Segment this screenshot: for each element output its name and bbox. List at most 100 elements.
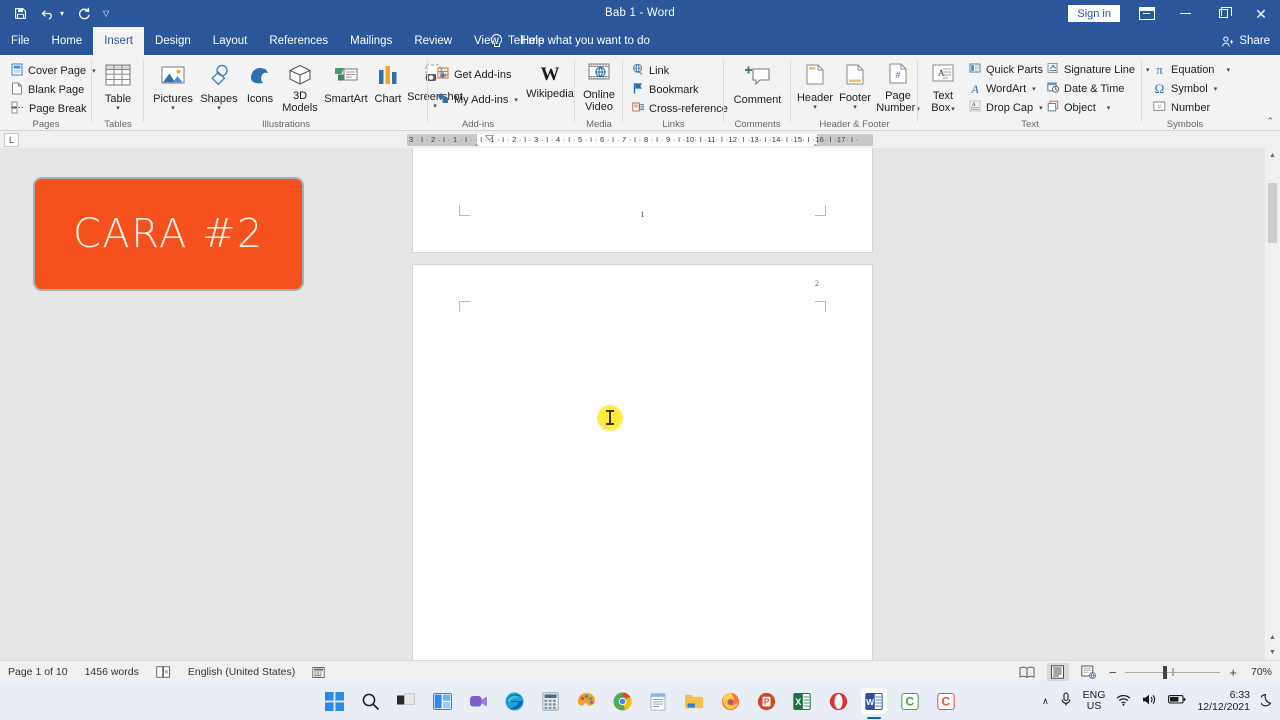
tab-review[interactable]: Review <box>403 27 463 55</box>
clock-date[interactable]: 6:33 12/12/2021 <box>1197 689 1250 713</box>
tab-insert[interactable]: Insert <box>93 27 144 55</box>
word-icon[interactable]: W <box>861 688 887 719</box>
drop-cap-button[interactable]: A Drop Cap ▾ <box>966 98 1055 117</box>
excel-icon[interactable]: X <box>789 688 815 714</box>
scroll-up-button[interactable]: ▲ <box>1265 148 1280 163</box>
link-button[interactable]: Link <box>629 61 731 80</box>
vertical-scrollbar[interactable]: ▲ ▲ ▼ <box>1265 148 1280 660</box>
chrome-icon[interactable] <box>609 688 635 714</box>
zoom-out-button[interactable]: − <box>1109 666 1117 679</box>
search-icon[interactable] <box>357 688 383 714</box>
bookmark-button[interactable]: Bookmark <box>629 80 731 99</box>
footer-button[interactable]: Footer ▾ <box>836 60 874 116</box>
share-button[interactable]: Share <box>1221 27 1270 55</box>
page-number-icon: # <box>887 63 909 88</box>
comment-button[interactable]: Comment <box>730 62 785 106</box>
icons-button[interactable]: Icons <box>242 61 278 114</box>
tab-mailings[interactable]: Mailings <box>339 27 403 55</box>
horizontal-ruler[interactable]: 3 · I · 2 · I · 1 · I · · I · 1 · I · 2 … <box>407 134 873 146</box>
online-video-icon <box>586 62 612 87</box>
firefox-icon[interactable] <box>717 688 743 714</box>
view-read-mode-button[interactable] <box>1016 663 1038 681</box>
number-button[interactable]: # Number <box>1150 98 1233 117</box>
wordart-button[interactable]: A WordArt ▾ <box>966 79 1055 98</box>
cover-page-button[interactable]: Cover Page ▾ <box>8 61 99 80</box>
app-green-icon[interactable]: C <box>897 688 923 714</box>
online-video-button[interactable]: Online Video <box>579 59 619 113</box>
page-indicator[interactable]: Page 1 of 10 <box>8 666 68 678</box>
document-page-1[interactable]: 1 <box>412 148 873 253</box>
restore-button[interactable] <box>1204 0 1242 27</box>
minimize-button[interactable] <box>1166 0 1204 27</box>
text-box-button[interactable]: A Text Box▾ <box>924 60 962 116</box>
cross-reference-button[interactable]: Cross-reference <box>629 99 731 118</box>
battery-icon[interactable] <box>1168 694 1186 708</box>
teams-icon[interactable] <box>465 688 491 714</box>
next-page-button[interactable]: ▼ <box>1265 645 1280 660</box>
object-button[interactable]: Object ▾ <box>1044 98 1152 117</box>
date-time-button[interactable]: Date & Time <box>1044 79 1152 98</box>
tab-design[interactable]: Design <box>144 27 202 55</box>
collapse-ribbon-button[interactable]: ⌃ <box>1266 116 1274 127</box>
my-addins-button[interactable]: My Add-ins ▾ <box>434 90 521 109</box>
3d-models-button[interactable]: 3D Models <box>279 61 321 114</box>
tab-layout[interactable]: Layout <box>202 27 259 55</box>
symbol-button[interactable]: Ω Symbol ▾ <box>1150 79 1233 98</box>
wikipedia-button[interactable]: W Wikipedia <box>526 61 574 100</box>
hanging-indent-marker[interactable] <box>472 142 481 146</box>
first-line-indent-marker[interactable] <box>484 134 495 145</box>
blank-page-button[interactable]: Blank Page <box>8 80 99 99</box>
tab-home[interactable]: Home <box>41 27 94 55</box>
right-indent-marker[interactable] <box>811 142 820 146</box>
page-break-button[interactable]: Page Break <box>8 99 99 118</box>
proofing-errors-icon[interactable]: ✕ <box>156 666 171 678</box>
do-not-disturb-moon-icon[interactable] <box>1259 693 1274 710</box>
zoom-slider-thumb[interactable] <box>1163 666 1168 679</box>
language-indicator[interactable]: English (United States) <box>188 666 295 678</box>
edge-icon[interactable] <box>501 688 527 714</box>
task-view-icon[interactable] <box>393 688 419 714</box>
tab-stop-selector[interactable]: L <box>4 133 19 147</box>
paint-icon[interactable] <box>573 688 599 714</box>
wifi-icon[interactable] <box>1116 694 1131 709</box>
equation-button[interactable]: π Equation ▾ <box>1150 60 1233 79</box>
quick-parts-button[interactable]: Quick Parts ▾ <box>966 60 1055 79</box>
zoom-in-button[interactable]: + <box>1229 666 1237 679</box>
tray-overflow-icon[interactable]: ∧ <box>1042 696 1049 707</box>
start-icon[interactable] <box>321 688 347 714</box>
tab-references[interactable]: References <box>258 27 339 55</box>
view-web-layout-button[interactable] <box>1078 663 1100 681</box>
language-indicator-tray[interactable]: ENG US <box>1083 690 1106 712</box>
file-explorer-icon[interactable] <box>681 688 707 714</box>
pictures-button[interactable]: Pictures ▾ <box>150 61 196 114</box>
widgets-icon[interactable] <box>429 688 455 714</box>
header-button[interactable]: Header ▾ <box>795 60 835 116</box>
document-page-2[interactable]: 2 <box>412 264 873 660</box>
get-addins-button[interactable]: Get Add-ins <box>434 65 521 84</box>
signature-line-button[interactable]: Signature Line ▾ <box>1044 60 1152 79</box>
page-number-button[interactable]: # Page Number▾ <box>875 60 921 116</box>
notepad-icon[interactable] <box>645 688 671 714</box>
previous-page-button[interactable]: ▲ <box>1265 630 1280 645</box>
ribbon-display-options-icon[interactable] <box>1128 0 1166 27</box>
shapes-button[interactable]: Shapes ▾ <box>197 61 241 114</box>
microphone-icon[interactable] <box>1060 692 1072 710</box>
word-count[interactable]: 1456 words <box>85 666 139 678</box>
tab-file[interactable]: File <box>0 27 41 55</box>
sign-in-button[interactable]: Sign in <box>1068 5 1120 22</box>
app-red-icon[interactable]: C <box>933 688 959 714</box>
close-button[interactable]: ✕ <box>1242 0 1280 27</box>
zoom-slider[interactable] <box>1125 663 1221 681</box>
powerpoint-icon[interactable]: P <box>753 688 779 714</box>
opera-icon[interactable] <box>825 688 851 714</box>
tell-me-search[interactable]: Tell me what you want to do <box>490 27 650 55</box>
zoom-level-label[interactable]: 70% <box>1246 666 1272 678</box>
scrollbar-thumb[interactable] <box>1268 183 1277 243</box>
calculator-icon[interactable] <box>537 688 563 714</box>
accessibility-icon[interactable] <box>312 666 325 679</box>
chart-button[interactable]: Chart <box>371 61 405 114</box>
view-print-layout-button[interactable] <box>1046 663 1069 681</box>
table-button[interactable]: Table ▾ <box>99 61 137 113</box>
volume-icon[interactable] <box>1142 693 1157 709</box>
smartart-button[interactable]: SmartArt <box>322 61 370 114</box>
